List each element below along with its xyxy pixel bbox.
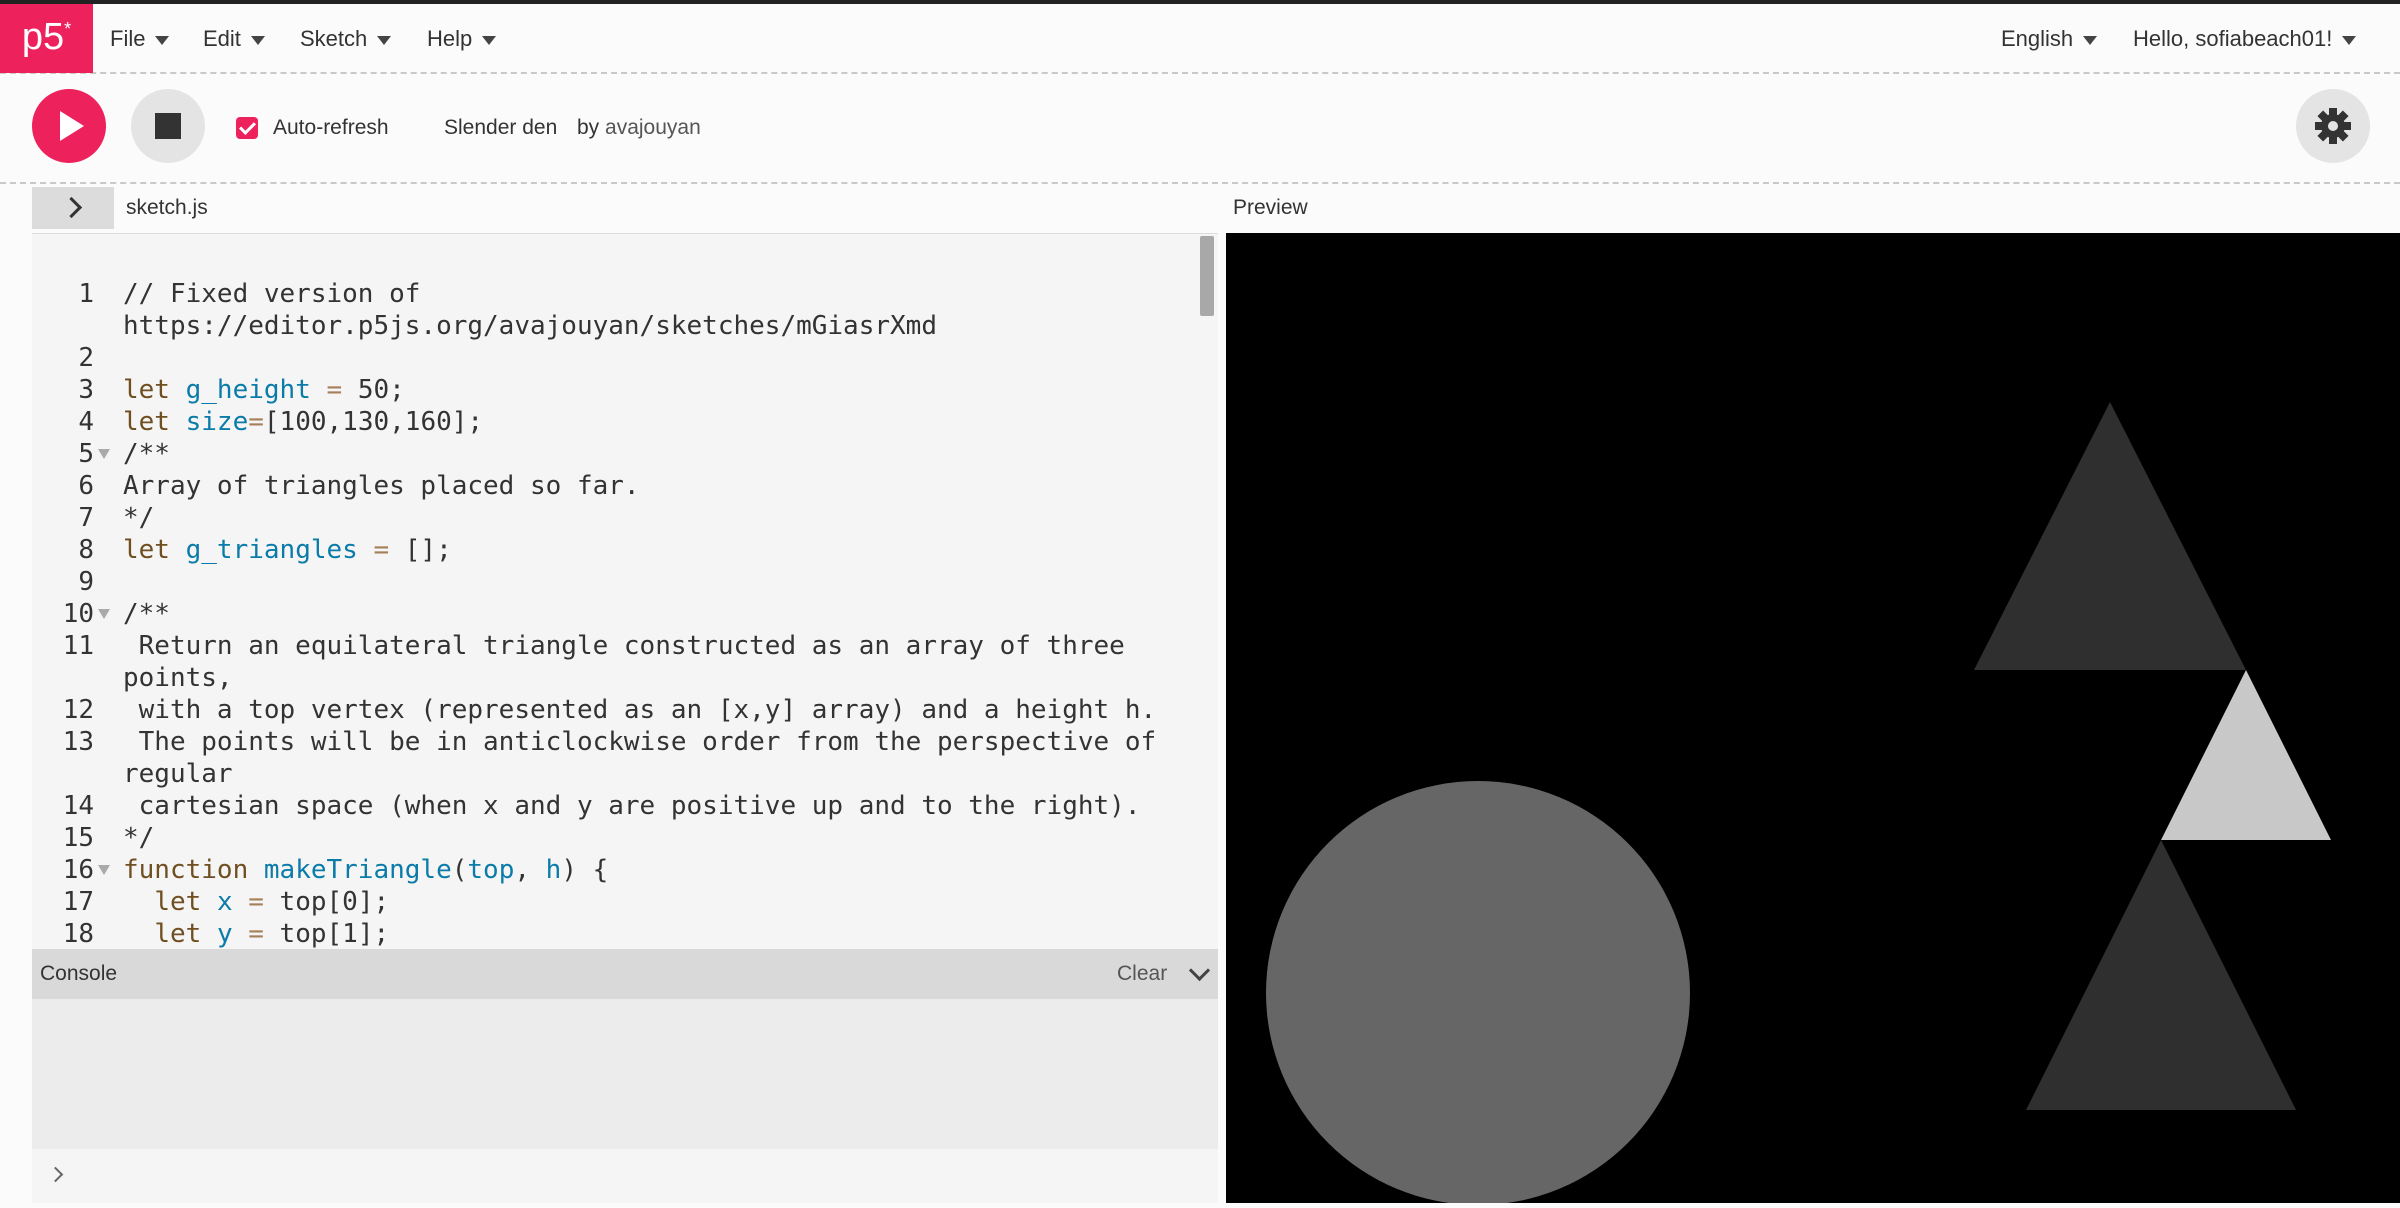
preview-canvas[interactable]: [1226, 233, 2400, 1205]
code-line: let y = top[1];: [154, 919, 390, 949]
toolbar: Auto-refresh Slender den by avajouyan: [0, 74, 2400, 184]
menu-edit[interactable]: Edit: [203, 4, 265, 74]
chevron-down-icon: [377, 35, 392, 45]
code-line: cartesian space (when x and y are positi…: [123, 791, 1141, 821]
editor-scrollbar[interactable]: [1200, 236, 1214, 316]
console-label: Console: [40, 962, 118, 985]
menu-sketch-label: Sketch: [300, 26, 368, 51]
code-line: with a top vertex (represented as an [x,…: [123, 695, 1157, 725]
code-line: let g_height = 50;: [123, 375, 405, 405]
logo-star: *: [64, 19, 72, 39]
code-line: function makeTriangle(top, h) {: [123, 855, 609, 885]
code-line: Array of triangles placed so far.: [123, 471, 640, 501]
menu-edit-label: Edit: [203, 26, 241, 51]
play-button[interactable]: [32, 89, 106, 163]
code-line: let g_triangles = [];: [123, 535, 452, 565]
line-number: 1: [78, 279, 94, 309]
code-line: /**: [123, 439, 170, 469]
language-label: English: [2001, 26, 2074, 51]
fold-arrow-icon[interactable]: [98, 449, 110, 459]
chevron-down-icon: [155, 35, 170, 45]
code-line: Return an equilateral triangle construct…: [123, 631, 1125, 661]
line-number: 3: [78, 375, 94, 405]
code-line: let size=[100,130,160];: [123, 407, 484, 437]
console-output: [32, 999, 1218, 1149]
user-label: Hello, sofiabeach01!: [2133, 26, 2333, 51]
line-number: 4: [78, 407, 94, 437]
code-line: regular: [123, 759, 233, 789]
fold-arrow-icon[interactable]: [98, 609, 110, 619]
chevron-down-icon[interactable]: [1188, 959, 1211, 982]
code-line: /**: [123, 599, 170, 629]
auto-refresh-checkbox[interactable]: [236, 117, 258, 139]
code-line: The points will be in anticlockwise orde…: [123, 727, 1157, 757]
chevron-down-icon: [250, 35, 265, 45]
expand-sidebar-button[interactable]: [32, 187, 114, 229]
menu-sketch[interactable]: Sketch: [300, 4, 392, 74]
nav-bar: p5* File Edit Sketch Help English Hello,…: [0, 4, 2400, 74]
line-number: 10: [62, 599, 94, 629]
circle-shape: [1266, 781, 1690, 1205]
triangle-bottom: [2026, 840, 2296, 1110]
console-header: Console Clear: [32, 949, 1218, 999]
line-number: 16: [62, 855, 94, 885]
gear-icon: [2315, 108, 2351, 144]
line-number: 14: [62, 791, 94, 821]
console-input[interactable]: [32, 1149, 1218, 1203]
code-line: // Fixed version of: [123, 279, 421, 309]
line-number: 8: [78, 535, 94, 565]
p5-logo[interactable]: p5*: [0, 4, 93, 73]
triangle-top: [1974, 402, 2246, 670]
code-text[interactable]: // Fixed version of https://editor.p5js.o…: [123, 278, 1203, 950]
by-label: by: [577, 116, 600, 139]
chevron-down-icon: [2083, 35, 2098, 45]
user-menu[interactable]: Hello, sofiabeach01!: [2133, 4, 2357, 74]
language-menu[interactable]: English: [2001, 4, 2098, 74]
line-number: 6: [78, 471, 94, 501]
chevron-right-icon: [47, 1166, 64, 1183]
sketch-output: [1266, 402, 2331, 1205]
logo-text: p5: [21, 16, 65, 58]
line-number: 9: [78, 567, 94, 597]
code-editor[interactable]: 1 2 3 4 5 6 7 8 9 10 11 12 13 14 15 16 1…: [32, 233, 1218, 950]
preview-label: Preview: [1233, 196, 1308, 219]
chevron-down-icon: [2342, 35, 2357, 45]
triangle-middle: [2161, 670, 2331, 840]
sketch-author: by avajouyan: [577, 114, 701, 142]
code-line: */: [123, 823, 155, 853]
line-number: 2: [78, 343, 94, 373]
chevron-down-icon: [482, 35, 497, 45]
code-line: points,: [123, 663, 233, 693]
menu-file[interactable]: File: [110, 4, 170, 74]
line-number: 5: [78, 439, 94, 469]
menu-help[interactable]: Help: [427, 4, 497, 74]
menu-file-label: File: [110, 26, 146, 51]
code-line: https://editor.p5js.org/avajouyan/sketch…: [123, 311, 937, 341]
line-number: 7: [78, 503, 94, 533]
fold-arrow-icon[interactable]: [98, 865, 110, 875]
sketch-name[interactable]: Slender den: [444, 114, 557, 142]
line-number: 13: [62, 727, 94, 757]
line-number: 12: [62, 695, 94, 725]
code-line: */: [123, 503, 155, 533]
line-number: 17: [62, 887, 94, 917]
auto-refresh-label[interactable]: Auto-refresh: [273, 114, 389, 142]
line-gutter: 1 2 3 4 5 6 7 8 9 10 11 12 13 14 15 16 1…: [32, 234, 116, 950]
console-clear-button[interactable]: Clear: [1117, 960, 1167, 988]
file-tab[interactable]: sketch.js: [126, 194, 208, 222]
sketch-name-text: Slender den: [444, 116, 558, 139]
stop-button[interactable]: [131, 89, 205, 163]
line-number: 18: [62, 919, 94, 949]
line-number: 11: [62, 631, 94, 661]
author-link[interactable]: avajouyan: [605, 116, 701, 139]
code-line: let x = top[0];: [154, 887, 390, 917]
settings-button[interactable]: [2296, 89, 2370, 163]
menu-help-label: Help: [427, 26, 473, 51]
line-number: 15: [62, 823, 94, 853]
